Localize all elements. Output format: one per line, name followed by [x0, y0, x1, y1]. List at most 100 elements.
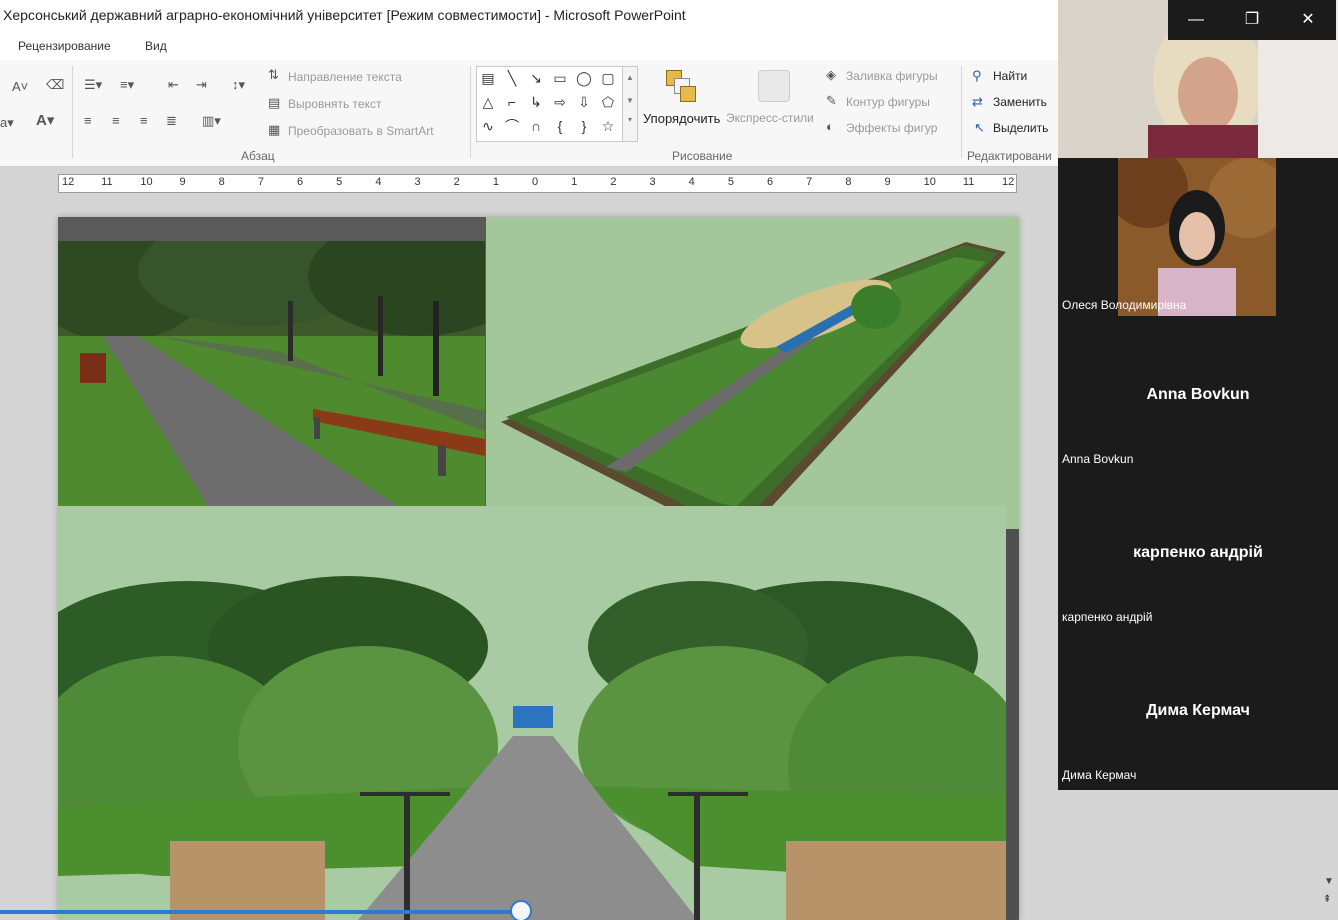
align-center-icon[interactable]: ≡: [112, 114, 120, 128]
participant-tile[interactable]: Anna Bovkun Anna Bovkun: [1058, 316, 1338, 474]
separator: [961, 66, 962, 158]
title-bar: Херсонський державний аграрно-економічни…: [0, 0, 1058, 34]
aerial-park-render: [486, 217, 1019, 529]
minimize-icon: —: [1188, 11, 1204, 28]
smartart-icon: ▦: [268, 122, 281, 137]
ruler-tick-label: 6: [767, 176, 774, 188]
video-progress-bar[interactable]: [0, 900, 1058, 920]
ruler-tick-label: 0: [532, 176, 539, 188]
ruler-tick-label: 7: [257, 176, 264, 188]
progress-fill: [0, 910, 522, 914]
close-button[interactable]: ✕: [1280, 0, 1336, 40]
arc-shape-icon[interactable]: ⌒: [503, 117, 521, 135]
close-icon: ✕: [1301, 11, 1315, 28]
ruler-tick-label: 6: [297, 176, 304, 188]
line-spacing-icon[interactable]: ↕▾: [232, 78, 245, 92]
arrange-icon: [666, 70, 696, 102]
central-alley-render: [58, 506, 1006, 920]
ruler-tick-label: 2: [610, 176, 617, 188]
tab-view[interactable]: Вид: [145, 39, 167, 53]
editing-group-label: Редактировани: [967, 149, 1052, 163]
participant-tile[interactable]: Дима Кермач Дима Кермач: [1058, 632, 1338, 790]
previous-slide-icon[interactable]: ⇞: [1323, 894, 1331, 905]
line-shape-icon[interactable]: ╲: [503, 69, 521, 87]
ruler-tick-label: 3: [414, 176, 421, 188]
slide[interactable]: [58, 217, 1019, 920]
increase-indent-icon[interactable]: ⇥: [196, 78, 207, 92]
columns-icon[interactable]: ▥▾: [202, 114, 221, 128]
replace-icon: ⇄: [972, 94, 983, 109]
slide-scrollbar[interactable]: [1006, 529, 1019, 920]
restore-icon: ❐: [1244, 11, 1260, 28]
cursor-icon: ↖: [974, 120, 985, 135]
align-text-button[interactable]: Выровнять текст: [288, 97, 381, 111]
arrow-line-shape-icon[interactable]: ↘: [527, 69, 545, 87]
scribble-shape-icon[interactable]: ∿: [479, 117, 497, 135]
ruler-tick-label: 12: [62, 176, 75, 188]
arrange-button[interactable]: Упорядочить: [643, 111, 720, 126]
elbow-arrow-icon[interactable]: ↳: [527, 93, 545, 111]
bullets-icon[interactable]: ☰▾: [84, 78, 102, 92]
right-brace-icon[interactable]: }: [575, 117, 593, 135]
participant-video: [1118, 158, 1276, 316]
pen-icon: ✎: [826, 93, 837, 108]
ribbon-tabs: Рецензирование Вид: [0, 34, 1058, 60]
participant-tile[interactable]: Олеся Володимирівна: [1058, 158, 1338, 316]
convert-smartart-button[interactable]: Преобразовать в SmartArt: [288, 124, 434, 138]
star-shape-icon[interactable]: ☆: [599, 117, 617, 135]
ruler-tick-label: 8: [845, 176, 852, 188]
down-arrow-shape-icon[interactable]: ⇩: [575, 93, 593, 111]
shape-fill-button[interactable]: Заливка фигуры: [846, 69, 938, 83]
ruler-tick-label: 3: [649, 176, 656, 188]
rectangle-shape-icon[interactable]: ▭: [551, 69, 569, 87]
font-color-icon[interactable]: a▾: [0, 116, 14, 130]
ruler-tick-label: 10: [140, 176, 153, 188]
text-direction-button[interactable]: Направление текста: [288, 70, 402, 84]
justify-icon[interactable]: ≣: [166, 114, 177, 128]
decrease-indent-icon[interactable]: ⇤: [168, 78, 179, 92]
right-arrow-shape-icon[interactable]: ⇨: [551, 93, 569, 111]
find-button[interactable]: Найти: [993, 69, 1027, 83]
align-right-icon[interactable]: ≡: [140, 114, 148, 128]
participant-name: карпенко андрій: [1062, 610, 1153, 624]
elbow-connector-icon[interactable]: ⌐: [503, 93, 521, 111]
ruler-tick-label: 1: [492, 176, 499, 188]
shapes-gallery-scroll[interactable]: ▲ ▼ ▾: [622, 66, 638, 142]
shape-outline-button[interactable]: Контур фигуры: [846, 95, 930, 109]
vertical-scrollbar[interactable]: ▼ ⇞: [1320, 790, 1338, 920]
replace-button[interactable]: Заменить: [993, 95, 1047, 109]
separator: [470, 66, 471, 158]
scroll-down-icon[interactable]: ▼: [623, 96, 637, 105]
minimize-button[interactable]: —: [1168, 0, 1224, 40]
tab-review[interactable]: Рецензирование: [18, 39, 111, 53]
triangle-shape-icon[interactable]: △: [479, 93, 497, 111]
participant-tile[interactable]: карпенко андрій карпенко андрій: [1058, 474, 1338, 632]
shapes-gallery: ▤ ╲ ↘ ▭ ◯ ▢ △ ⌐ ↳ ⇨ ⇩ ⬠ ∿ ⌒ ∩ { } ☆: [476, 66, 623, 142]
clear-formatting-icon[interactable]: ⌫: [46, 78, 64, 92]
scroll-up-icon[interactable]: ▲: [623, 73, 637, 82]
restore-button[interactable]: ❐: [1224, 0, 1280, 40]
ruler-tick-label: 4: [375, 176, 382, 188]
separator: [72, 66, 73, 158]
curve-shape-icon[interactable]: ∩: [527, 117, 545, 135]
ruler-tick-label: 5: [727, 176, 734, 188]
shape-effects-button[interactable]: Эффекты фигур: [846, 121, 937, 135]
freeform-shape-icon[interactable]: ⬠: [599, 93, 617, 111]
text-color-icon[interactable]: A▾: [36, 113, 54, 128]
align-left-icon[interactable]: ≡: [84, 114, 92, 128]
left-brace-icon[interactable]: {: [551, 117, 569, 135]
expand-gallery-icon[interactable]: ▾: [623, 115, 637, 124]
powerpoint-window: Херсонський державний аграрно-економічни…: [0, 0, 1058, 920]
progress-handle[interactable]: [510, 900, 532, 920]
textbox-shape-icon[interactable]: ▤: [479, 69, 497, 87]
rounded-rect-shape-icon[interactable]: ▢: [599, 69, 617, 87]
oval-shape-icon[interactable]: ◯: [575, 69, 593, 87]
participant-display-name: Дима Кермач: [1146, 702, 1250, 719]
font-size-decrease-icon[interactable]: A˅: [12, 80, 28, 94]
select-button[interactable]: Выделить: [993, 121, 1048, 135]
numbering-icon[interactable]: ≡▾: [120, 78, 134, 92]
quick-styles-button[interactable]: Экспресс-стили: [726, 111, 814, 125]
ruler-tick-label: 9: [179, 176, 186, 188]
ruler-tick-label: 7: [806, 176, 813, 188]
scroll-down-icon[interactable]: ▼: [1324, 876, 1334, 887]
